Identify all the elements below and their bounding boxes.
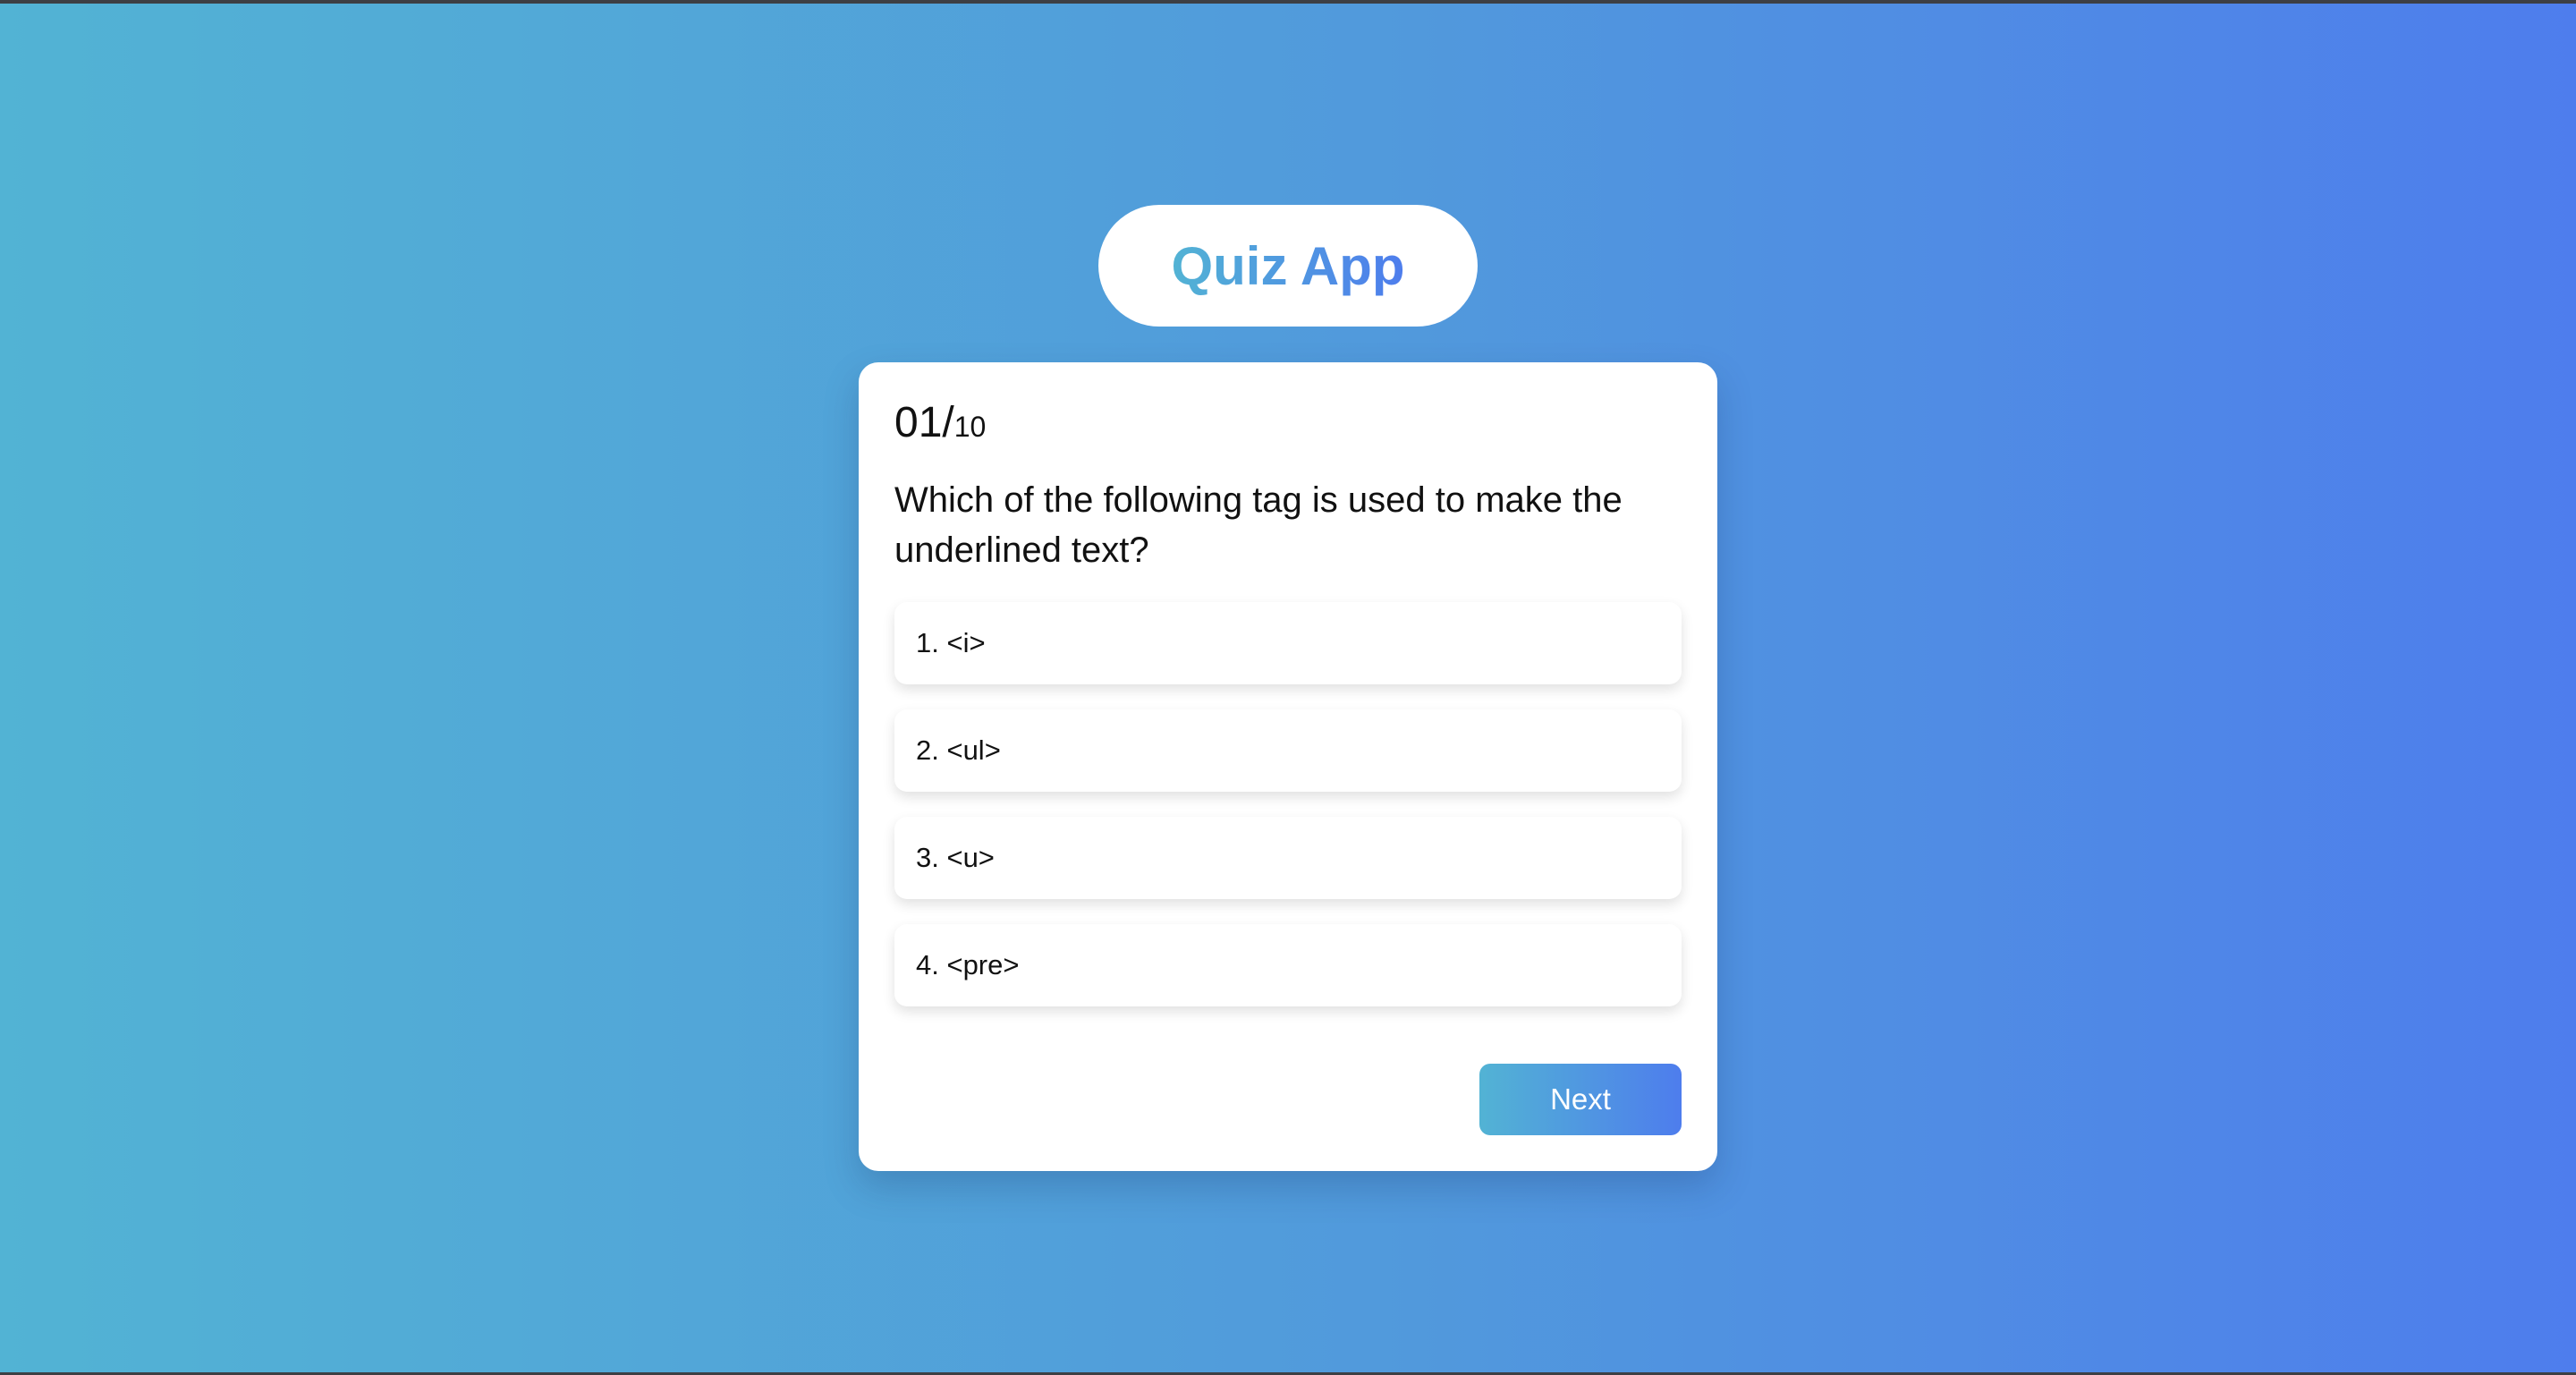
next-button[interactable]: Next bbox=[1479, 1064, 1682, 1135]
question-counter-total: 10 bbox=[953, 411, 987, 443]
answer-option-4[interactable]: 4. <pre> bbox=[894, 924, 1682, 1006]
answer-option-2[interactable]: 2. <ul> bbox=[894, 709, 1682, 792]
quiz-card: 01/10 Which of the following tag is used… bbox=[859, 362, 1717, 1171]
question-text: Which of the following tag is used to ma… bbox=[894, 480, 1623, 570]
answer-options: 1. <i> 2. <ul> 3. <u> 4. <pre> bbox=[894, 602, 1682, 1031]
app-title-badge: Quiz App bbox=[1098, 205, 1478, 327]
answer-option-3[interactable]: 3. <u> bbox=[894, 817, 1682, 899]
question-counter: 01/10 bbox=[894, 402, 986, 445]
window-top-edge bbox=[0, 0, 2576, 4]
answer-option-1[interactable]: 1. <i> bbox=[894, 602, 1682, 684]
app-title: Quiz App bbox=[1171, 235, 1405, 296]
question-counter-current: 01/ bbox=[894, 399, 954, 446]
